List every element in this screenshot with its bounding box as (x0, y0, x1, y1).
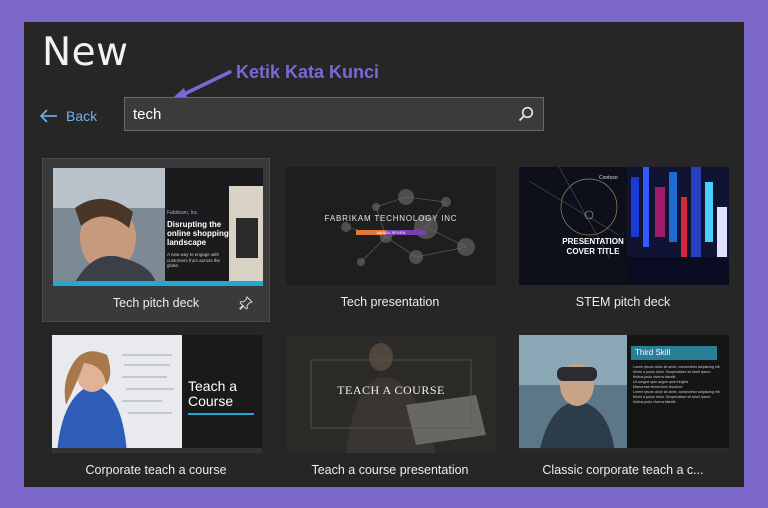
template-thumbnail: FABRIKAM TECHNOLOGY INC ANNUAL REVIEW (286, 167, 496, 285)
bullet-item: Morbi a purus dolor. Suspendisse sit ame… (633, 395, 711, 404)
search-box (124, 97, 544, 131)
template-thumbnail: Contoso PRESENTATION COVER TITLE (519, 167, 729, 285)
thumb-bullets: Lorem ipsum dolor sit amet, consectetur … (633, 365, 721, 405)
thumb-rule (188, 413, 254, 415)
thumb-title: FABRIKAM TECHNOLOGY INC (324, 214, 458, 223)
template-label: STEM pitch deck (575, 295, 671, 309)
template-label: Classic corporate teach a c... (542, 463, 704, 477)
template-thumbnail: Fabrikam, Inc. Disrupting the online sho… (53, 168, 263, 286)
back-label: Back (66, 108, 98, 124)
thumb-subtitle: ANNUAL REVIEW (376, 231, 406, 235)
thumb-heading: Third Skill (635, 348, 671, 357)
page-title: New (42, 30, 129, 75)
template-label: Tech pitch deck (112, 296, 200, 310)
search-button[interactable] (509, 97, 543, 131)
thumb-headline: Disrupting the online shopping landscape (167, 220, 229, 247)
search-input[interactable] (125, 105, 509, 123)
search-icon (518, 106, 534, 122)
template-thumbnail: Third Skill Lorem ipsum dolor sit amet, … (519, 335, 729, 453)
thumb-title: TEACH A COURSE (337, 383, 445, 397)
thumb-title: PRESENTATION COVER TITLE (562, 237, 624, 256)
template-label: Teach a course presentation (311, 463, 469, 477)
template-tile-stem-pitch-deck[interactable]: Contoso PRESENTATION COVER TITLE STEM pi… (509, 158, 737, 322)
thumbnail-art (519, 167, 729, 285)
arrow-left-icon (40, 109, 57, 123)
thumb-body: A new way to engage with customers from … (167, 252, 221, 268)
template-label: Corporate teach a course (85, 463, 227, 477)
thumb-title: Teach a Course (188, 378, 238, 409)
thumbnail-art (53, 168, 263, 286)
template-tile-classic-corporate-teach-a-course[interactable]: Third Skill Lorem ipsum dolor sit amet, … (509, 326, 737, 487)
template-thumbnail: TEACH A COURSE (286, 335, 496, 453)
template-tile-tech-presentation[interactable]: FABRIKAM TECHNOLOGY INC ANNUAL REVIEW Te… (276, 158, 504, 322)
template-thumbnail: Teach a Course (52, 335, 262, 453)
new-presentation-window: New Ketik Kata Kunci Back tech Fabrikam,… (24, 22, 744, 487)
template-label: Tech presentation (340, 295, 440, 309)
template-tile-teach-a-course-presentation[interactable]: TEACH A COURSE Teach a course presentati… (276, 326, 504, 487)
thumbnail-art (286, 167, 496, 285)
back-button[interactable]: Back (40, 106, 97, 126)
template-tile-corporate-teach-a-course[interactable]: Teach a Course Corporate teach a course (42, 326, 270, 487)
pin-icon[interactable] (239, 296, 253, 310)
thumb-brand: Fabrikam, Inc. (167, 210, 199, 216)
bullet-item: Morbi a purus dolor. Suspendisse sit ame… (633, 370, 711, 379)
thumb-logo: Contoso (599, 175, 618, 181)
template-tile-tech-pitch-deck[interactable]: Fabrikam, Inc. Disrupting the online sho… (42, 158, 270, 322)
annotation-text: Ketik Kata Kunci (236, 62, 380, 82)
